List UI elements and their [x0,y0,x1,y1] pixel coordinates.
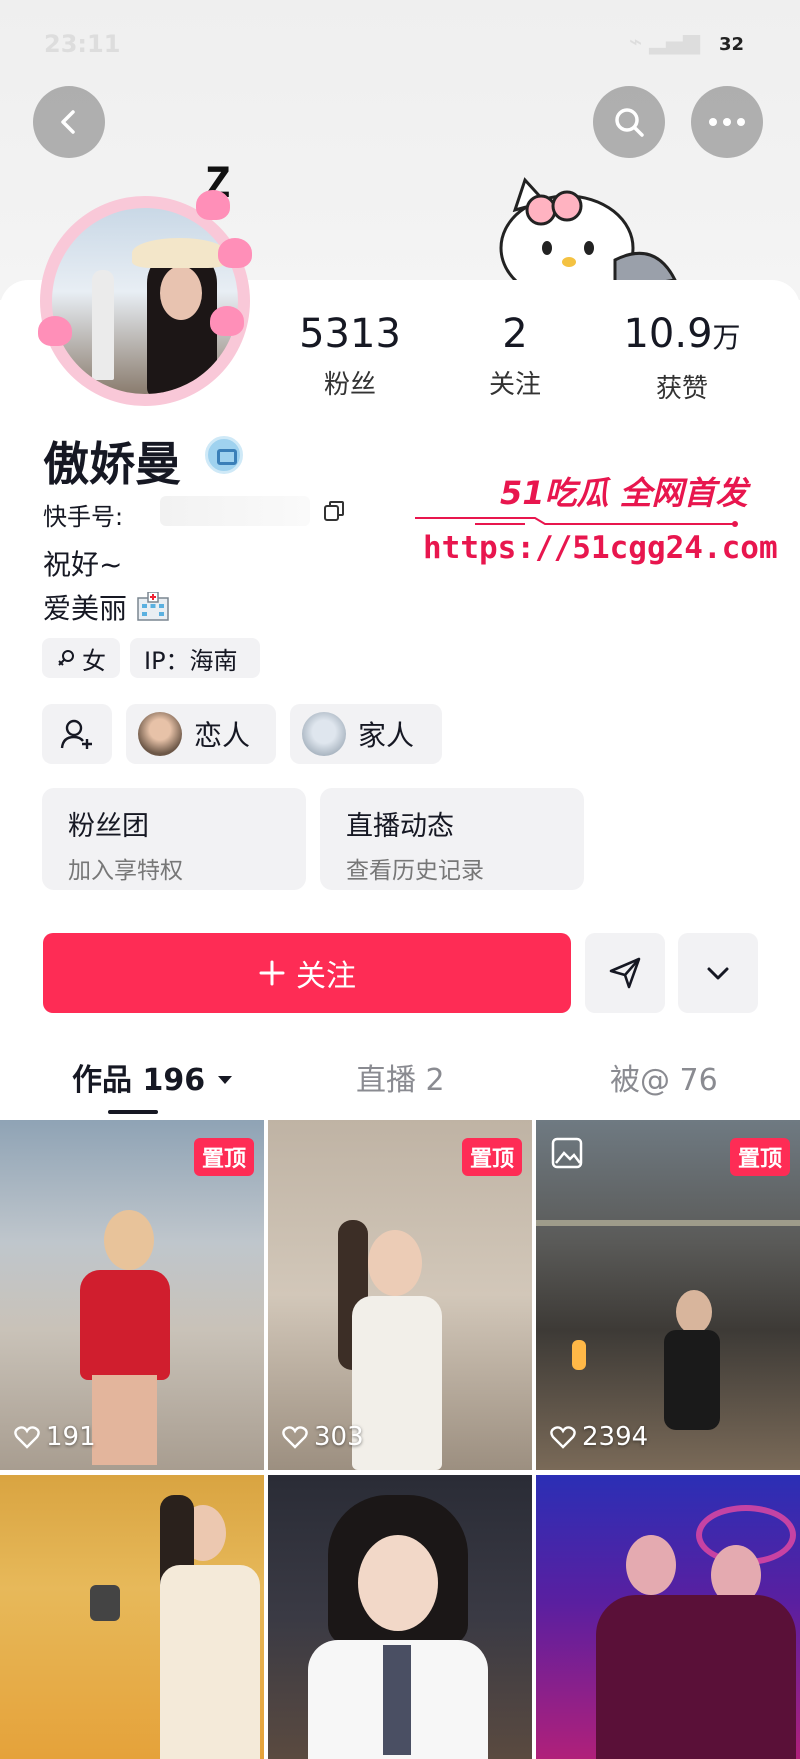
more-dots-icon [709,118,745,126]
tab-mentions[interactable]: 被@ 76 [610,1055,718,1099]
follow-button[interactable]: 关注 [43,933,571,1013]
search-icon [615,108,644,137]
post-likes: 2394 [550,1422,648,1452]
likes-count: 10.9万 [623,311,741,357]
post-thumbnail[interactable] [536,1475,800,1759]
fan-club-title: 粉丝团 [68,811,149,842]
following-label: 关注 [488,370,541,400]
hospital-emoji-icon [137,592,169,621]
following-count: 2 [502,311,528,357]
chevron-left-icon [61,110,75,134]
stat-following[interactable]: 2 关注 [430,310,600,401]
post-likes: 303 [282,1422,364,1452]
post-thumbnail[interactable]: 置顶 2394 [536,1120,800,1470]
gender-tag: 女 [42,638,120,678]
chevron-down-icon [707,967,729,980]
post-likes: 191 [14,1422,96,1452]
active-tab-indicator [108,1110,158,1114]
watermark: 51吃瓜 全网首发 https://51cgg24.com [415,468,778,578]
copy-icon[interactable] [323,500,345,522]
pinned-badge: 置顶 [193,1138,254,1176]
post-thumbnail[interactable] [268,1475,532,1759]
watermark-brand: 51吃瓜 全网首发 [500,474,748,512]
watermark-circuit-lines [415,517,738,527]
live-history-subtitle: 查看历史记录 [346,858,484,884]
stat-likes[interactable]: 10.9万 获赞 [597,310,767,405]
tab-live[interactable]: 直播 2 [356,1055,445,1099]
live-history-title: 直播动态 [346,811,454,842]
hello-kitty-sticker [499,177,678,290]
lover-avatar [138,712,182,756]
add-friend-button[interactable] [42,704,112,764]
search-button[interactable] [593,86,665,158]
tab-works[interactable]: 作品 196 [72,1055,234,1099]
send-message-button[interactable] [585,933,665,1013]
relation-lover[interactable]: 恋人 [126,704,276,764]
pinned-badge: 置顶 [729,1138,790,1176]
live-history-card[interactable]: 直播动态 查看历史记录 [320,788,584,890]
signal-icon: ⌁ ▂▄▆ [629,30,700,55]
add-user-icon [60,719,92,749]
relation-family[interactable]: 家人 [290,704,442,764]
bio-line-2: 爱美丽 [43,587,170,627]
watermark-url: https://51cgg24.com [423,530,778,566]
heart-icon [550,1426,576,1449]
female-icon [58,650,74,666]
fan-club-subtitle: 加入享特权 [68,858,183,884]
followers-count: 5313 [299,311,401,357]
fan-club-card[interactable]: 粉丝团 加入享特权 [42,788,306,890]
image-post-icon [551,1137,583,1169]
account-id-value [160,496,310,526]
send-icon [609,957,641,989]
battery-level: 32 [718,34,744,55]
likes-label: 获赞 [655,374,708,404]
back-button[interactable] [33,86,105,158]
post-thumbnail[interactable]: 置顶 191 [0,1120,264,1470]
heart-icon [282,1426,308,1449]
expand-recommendations-button[interactable] [678,933,758,1013]
post-thumbnail[interactable] [0,1475,264,1759]
avatar[interactable] [38,190,270,406]
followers-label: 粉丝 [323,370,376,400]
family-avatar [302,712,346,756]
profile-nickname: 傲娇曼 [43,437,181,491]
caret-down-icon [217,1076,232,1084]
pinned-badge: 置顶 [461,1138,522,1176]
ip-location-tag: IP：海南 [130,638,260,678]
bio-line-1: 祝好~ [43,548,123,581]
post-thumbnail[interactable]: 置顶 303 [268,1120,532,1470]
stat-followers[interactable]: 5313 粉丝 [265,310,435,401]
verified-badge-icon[interactable] [205,436,243,474]
status-time: 23:11 [44,30,121,58]
status-bar: 23:11 ⌁ ▂▄▆ 32 [0,0,800,90]
account-id-label: 快手号: [43,503,124,531]
heart-icon [14,1426,40,1449]
plus-icon [259,960,285,986]
more-options-button[interactable] [691,86,763,158]
